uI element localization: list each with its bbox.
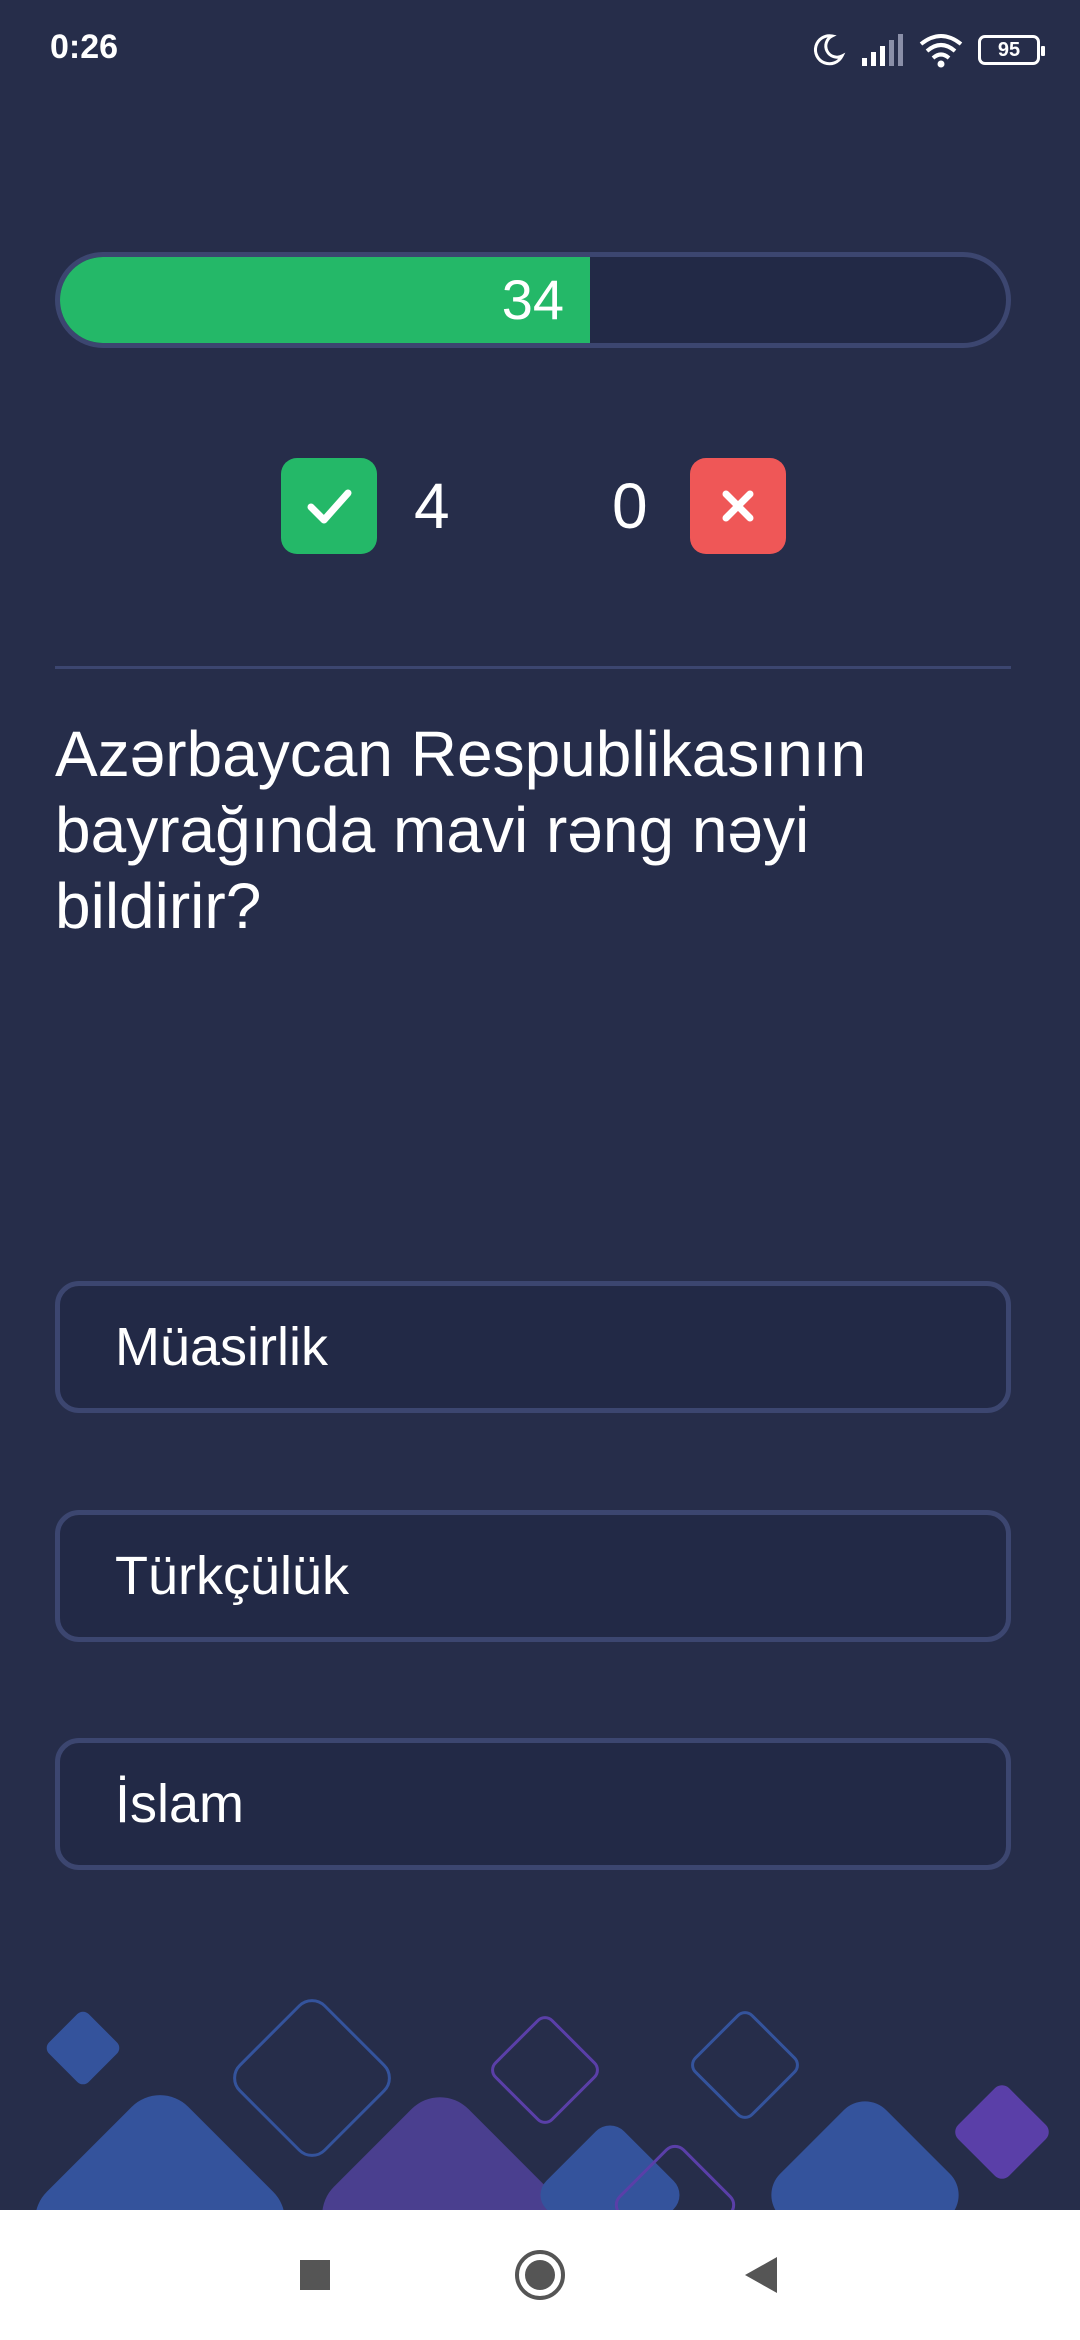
answer-option-label: Müasirlik: [115, 1317, 329, 1377]
quiz-progress-bar: 34: [55, 252, 1011, 348]
score-row: 4 0: [0, 458, 1080, 554]
answer-option-label: İslam: [115, 1774, 245, 1834]
battery-icon: 95: [978, 35, 1045, 65]
signal-icon: [862, 34, 903, 66]
close-icon: [722, 490, 754, 522]
battery-level: 95: [997, 38, 1021, 61]
recents-button[interactable]: [255, 2210, 375, 2340]
status-bar: 0:26 95: [0, 0, 1080, 100]
status-time: 0:26: [50, 28, 119, 66]
home-button[interactable]: [480, 2210, 600, 2340]
question-text: Azərbaycan Respublikasının bayrağında ma…: [55, 718, 867, 942]
check-icon: [307, 489, 352, 524]
moon-icon: [813, 34, 846, 66]
answer-option-3[interactable]: İslam: [55, 1738, 1011, 1870]
wifi-icon: [919, 34, 963, 68]
correct-badge: [281, 458, 377, 554]
progress-value: 34: [501, 268, 564, 331]
progress-fill: 34: [60, 257, 590, 343]
answer-option-label: Türkçülük: [115, 1546, 350, 1606]
back-triangle-icon: [745, 2257, 777, 2293]
answer-option-2[interactable]: Türkçülük: [55, 1510, 1011, 1642]
wrong-count: 0: [612, 470, 648, 542]
correct-count: 4: [414, 470, 450, 542]
system-navigation-bar: [0, 2210, 1080, 2340]
divider: [55, 666, 1011, 669]
status-icons: 95: [810, 28, 1045, 72]
decorative-shapes: [35, 1999, 1049, 2210]
home-circle-icon: [515, 2250, 565, 2300]
recents-square-icon: [300, 2260, 330, 2290]
back-button[interactable]: [700, 2210, 820, 2340]
wrong-badge: [690, 458, 786, 554]
answer-option-1[interactable]: Müasirlik: [55, 1281, 1011, 1413]
